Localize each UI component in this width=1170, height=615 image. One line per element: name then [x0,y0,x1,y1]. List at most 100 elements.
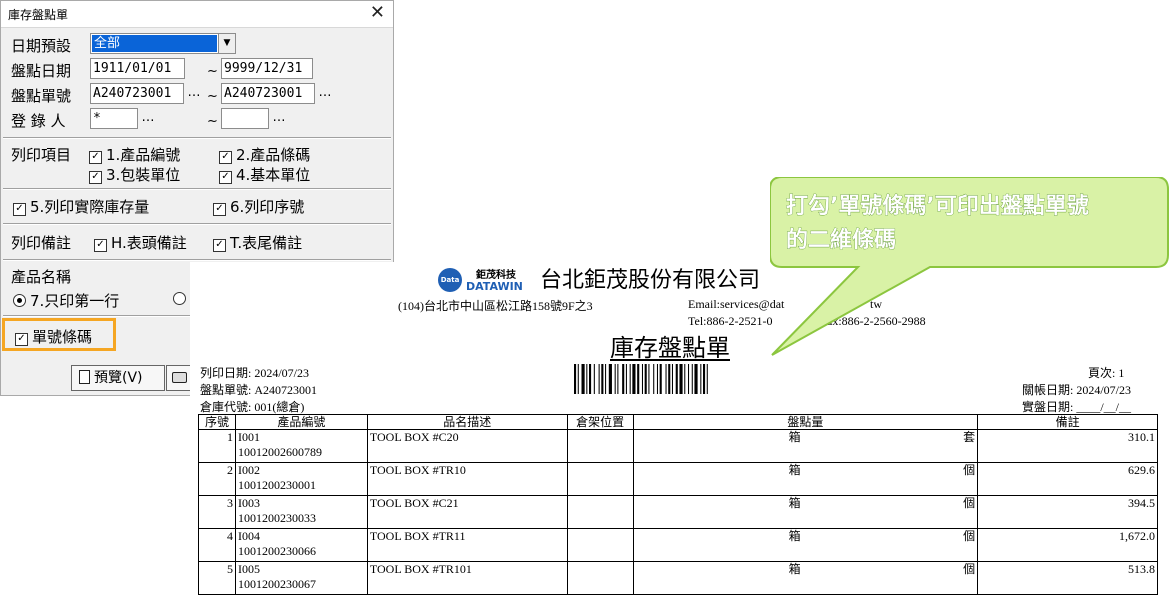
barcode-bar [656,364,658,394]
count-no-label: 盤點單號 [11,87,72,105]
product-code: I003 [237,496,260,510]
barcode-bar [589,364,592,394]
option-package-unit-checkbox[interactable]: ✓ 3.包裝單位 [89,164,180,185]
cell-product: I002 1001200230001 [234,462,368,496]
registrant-tilde: ~ [207,114,218,129]
report-count-no: 盤點單號: A240723001 [200,383,318,397]
count-date-from[interactable]: 1911/01/01 [90,58,185,79]
table-row: 3 I003 1001200230033 TOOL BOX #C21 箱個 394.5 [198,495,1158,529]
cell-count-qty: 箱個 [632,561,979,595]
barcode-bar [694,364,698,394]
cell-shelf [566,462,634,496]
barcode-bar [641,364,643,394]
cell-shelf [566,429,634,463]
chevron-down-icon[interactable]: ▼ [218,34,235,53]
option-label: 2.產品條碼 [236,146,311,164]
divider [3,259,391,261]
preview-button-label: 預覽(V) [94,370,143,386]
barcode-bar [706,364,708,394]
print-date: 列印日期: 2024/07/23 [200,366,310,380]
col-remark: 備註 [977,414,1158,430]
barcode-bar [629,364,631,394]
barcode-bar [665,364,667,394]
all-lines-radio[interactable] [173,290,190,308]
barcode-bar [622,364,625,394]
barcode-bar [653,364,655,394]
option-base-unit-checkbox[interactable]: ✓ 4.基本單位 [219,164,310,185]
cell-product: I004 1001200230066 [234,528,368,562]
order-barcode [574,364,708,394]
count-date-to[interactable]: 9999/12/31 [221,58,313,79]
barcode-bar [671,364,673,394]
cell-description: TOOL BOX #C20 [366,429,568,463]
company-address: (104)台北市中山區松江路158號9F之3 [398,299,593,313]
print-actual-stock-checkbox[interactable]: ✓ 5.列印實際庫存量 [13,196,149,217]
cell-shelf [566,528,634,562]
product-barcode: 1001200230033 [237,511,316,525]
registrant-from[interactable]: * [90,108,138,129]
cell-serial: 4 [198,528,236,562]
cell-count-qty: 箱個 [632,528,979,562]
close-icon[interactable]: ✕ [370,2,385,24]
table-row: 2 I002 1001200230001 TOOL BOX #TR10 箱個 629.6 [198,462,1158,496]
barcode-bar [608,364,612,394]
option-label: 單號條碼 [32,328,93,346]
barcode-bar [581,364,585,394]
option-label: 5.列印實際庫存量 [30,198,150,216]
count-no-to[interactable]: A240723001 [221,83,315,104]
product-barcode: 10012002600789 [237,445,322,459]
option-label: H.表頭備註 [111,234,187,252]
warehouse-code: 倉庫代號: 001(總倉) [200,400,305,414]
barcode-bar [659,364,662,394]
registrant-to[interactable] [221,108,269,129]
barcode-bar [593,364,595,394]
cell-remark: 310.1 [977,429,1158,463]
preview-button[interactable]: 預覽(V) [71,365,165,391]
barcode-bar [675,364,678,394]
option-label: T.表尾備註 [230,234,303,252]
footer-note-checkbox[interactable]: ✓ T.表尾備註 [213,232,302,253]
count-no-to-browse-button[interactable]: … [315,84,335,105]
preview-icon [79,370,90,384]
cell-product: I005 1001200230067 [234,561,368,595]
checkbox-icon: ✓ [13,203,26,216]
inventory-table: 序號 產品編號 品名描述 倉架位置 盤點量 備註 1 I001 1001200260… [198,414,1158,595]
product-code: I002 [237,463,260,477]
printer-icon [172,372,187,383]
option-product-barcode-checkbox[interactable]: ✓ 2.產品條碼 [219,144,310,165]
date-preset-value: 全部 [92,35,217,52]
package-unit: 箱 [788,562,801,576]
cell-description: TOOL BOX #TR101 [366,561,568,595]
header-note-checkbox[interactable]: ✓ H.表頭備註 [94,232,187,253]
barcode-bar [637,364,640,394]
print-notes-label: 列印備註 [11,234,72,252]
logo-en: DATAWIN [466,280,523,293]
barcode-bar [577,364,579,394]
option-product-code-checkbox[interactable]: ✓ 1.產品編號 [89,144,180,165]
registrant-from-browse-button[interactable]: … [138,109,158,130]
cell-serial: 3 [198,495,236,529]
cell-shelf [566,495,634,529]
barcode-bar [648,364,650,394]
dialog-titlebar: 庫存盤點單 ✕ [1,1,393,28]
cell-serial: 5 [198,561,236,595]
registrant-to-browse-button[interactable]: … [269,109,289,130]
cell-count-qty: 箱個 [632,462,979,496]
count-no-from[interactable]: A240723001 [90,83,184,104]
divider [3,137,391,139]
base-unit: 個 [963,463,976,477]
order-barcode-checkbox[interactable]: ✓ 單號條碼 [15,326,92,347]
divider [3,188,391,190]
package-unit: 箱 [788,496,801,510]
cell-count-qty: 箱個 [632,495,979,529]
page-number: 頁次: 1 [1088,366,1125,380]
close-date: 關帳日期: 2024/07/23 [1022,383,1132,397]
date-preset-select[interactable]: 全部 ▼ [90,33,236,54]
product-barcode: 1001200230001 [237,478,316,492]
count-no-from-browse-button[interactable]: … [184,84,204,105]
logo-mark-text: Data [440,276,460,284]
registrant-label: 登 錄 人 [11,112,66,130]
barcode-bar [679,364,683,394]
print-serial-checkbox[interactable]: ✓ 6.列印序號 [213,196,304,217]
first-line-only-radio[interactable]: 7.只印第一行 [13,290,119,311]
